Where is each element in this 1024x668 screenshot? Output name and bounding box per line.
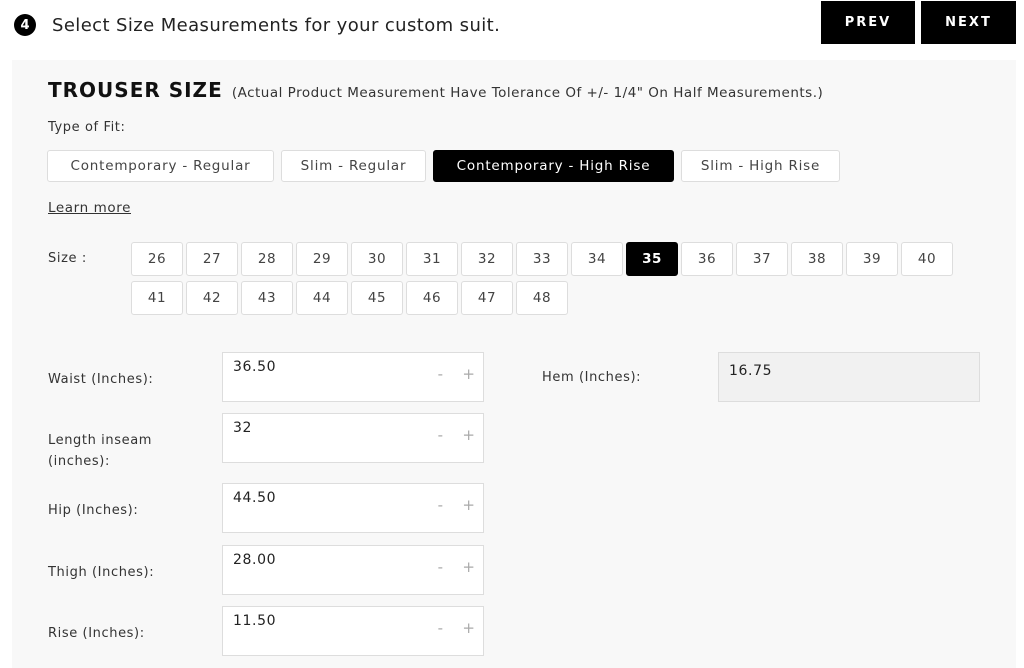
size-option-26[interactable]: 26: [131, 242, 183, 276]
tolerance-note: (Actual Product Measurement Have Toleran…: [231, 85, 824, 101]
rise-input[interactable]: [223, 605, 425, 637]
size-grid: 26 27 28 29 30 31 32 33 34 35 36 37 38 39 40 41 42 43 44 4…: [131, 242, 961, 320]
size-option-44[interactable]: 44: [296, 281, 348, 315]
thigh-input[interactable]: [223, 544, 425, 576]
thigh-increment-button[interactable]: +: [462, 558, 475, 576]
hem-field: [718, 352, 980, 402]
size-option-48[interactable]: 48: [516, 281, 568, 315]
rise-label: Rise (Inches):: [48, 626, 145, 641]
waist-input[interactable]: [223, 351, 425, 383]
size-option-47[interactable]: 47: [461, 281, 513, 315]
waist-decrement-button[interactable]: -: [438, 365, 443, 383]
rise-increment-button[interactable]: +: [462, 619, 475, 637]
trouser-size-panel: TROUSER SIZE (Actual Product Measurement…: [12, 60, 1016, 668]
step-header: 4 Select Size Measurements for your cust…: [14, 10, 500, 40]
length-inseam-stepper: - +: [222, 412, 484, 463]
hip-label: Hip (Inches):: [48, 503, 139, 518]
size-option-36[interactable]: 36: [681, 242, 733, 276]
section-heading: TROUSER SIZE: [48, 78, 223, 102]
step-title: Select Size Measurements for your custom…: [52, 14, 501, 36]
prev-button[interactable]: PREV: [821, 1, 915, 44]
thigh-label: Thigh (Inches):: [48, 565, 155, 580]
thigh-decrement-button[interactable]: -: [438, 558, 443, 576]
hem-label: Hem (Inches):: [542, 370, 642, 385]
length-inseam-increment-button[interactable]: +: [462, 426, 475, 444]
hip-decrement-button[interactable]: -: [438, 496, 443, 514]
size-option-31[interactable]: 31: [406, 242, 458, 276]
section-title: TROUSER SIZE (Actual Product Measurement…: [48, 78, 823, 102]
size-option-46[interactable]: 46: [406, 281, 458, 315]
size-option-42[interactable]: 42: [186, 281, 238, 315]
fit-option-slim-high-rise[interactable]: Slim - High Rise: [681, 150, 840, 182]
size-option-32[interactable]: 32: [461, 242, 513, 276]
size-option-39[interactable]: 39: [846, 242, 898, 276]
hip-increment-button[interactable]: +: [462, 496, 475, 514]
next-button[interactable]: NEXT: [921, 1, 1016, 44]
size-option-40[interactable]: 40: [901, 242, 953, 276]
size-option-37[interactable]: 37: [736, 242, 788, 276]
size-label: Size :: [48, 251, 87, 266]
size-option-30[interactable]: 30: [351, 242, 403, 276]
size-option-41[interactable]: 41: [131, 281, 183, 315]
size-option-43[interactable]: 43: [241, 281, 293, 315]
waist-increment-button[interactable]: +: [462, 365, 475, 383]
size-option-45[interactable]: 45: [351, 281, 403, 315]
size-option-38[interactable]: 38: [791, 242, 843, 276]
size-option-28[interactable]: 28: [241, 242, 293, 276]
learn-more-link[interactable]: Learn more: [48, 200, 131, 216]
hip-stepper: - +: [222, 482, 484, 533]
size-option-35[interactable]: 35: [626, 242, 678, 276]
size-option-34[interactable]: 34: [571, 242, 623, 276]
size-row: 41 42 43 44 45 46 47 48: [131, 281, 961, 315]
rise-stepper: - +: [222, 605, 484, 656]
fit-option-contemporary-regular[interactable]: Contemporary - Regular: [47, 150, 274, 182]
size-option-33[interactable]: 33: [516, 242, 568, 276]
fit-option-contemporary-high-rise[interactable]: Contemporary - High Rise: [433, 150, 674, 182]
length-inseam-decrement-button[interactable]: -: [438, 426, 443, 444]
waist-label: Waist (Inches):: [48, 372, 154, 387]
hip-input[interactable]: [223, 482, 425, 514]
step-number-badge: 4: [14, 14, 36, 36]
length-inseam-label: Length inseam (inches):: [48, 433, 153, 469]
rise-decrement-button[interactable]: -: [438, 619, 443, 637]
hem-input: [719, 355, 961, 387]
size-option-27[interactable]: 27: [186, 242, 238, 276]
size-option-29[interactable]: 29: [296, 242, 348, 276]
fit-type-label: Type of Fit:: [48, 120, 126, 135]
fit-option-slim-regular[interactable]: Slim - Regular: [281, 150, 426, 182]
length-inseam-input[interactable]: [223, 412, 425, 444]
thigh-stepper: - +: [222, 544, 484, 595]
size-row: 26 27 28 29 30 31 32 33 34 35 36 37 38 39 40: [131, 242, 961, 276]
waist-stepper: - +: [222, 351, 484, 402]
